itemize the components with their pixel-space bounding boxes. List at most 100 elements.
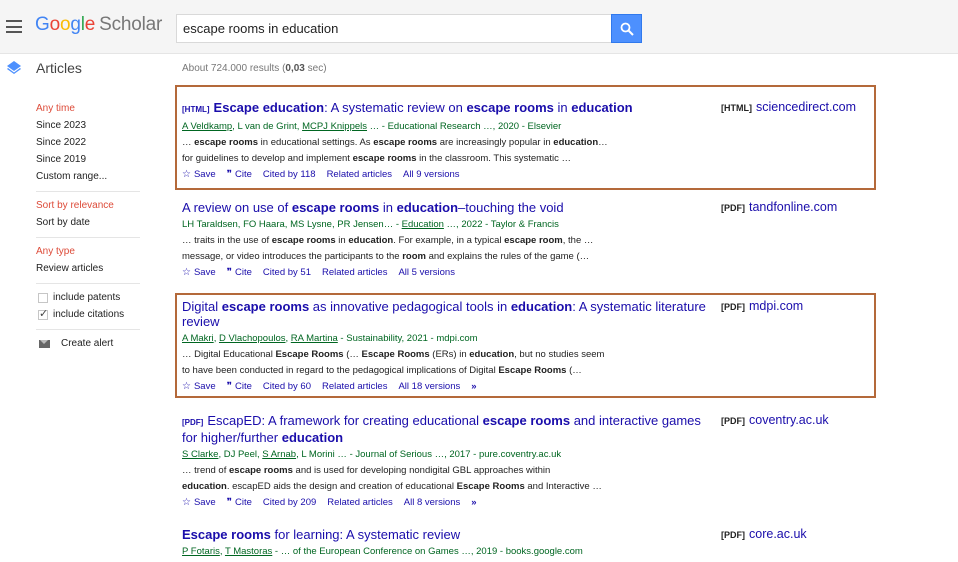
fulltext-link[interactable]: [HTML] sciencedirect.com <box>721 100 856 114</box>
text-fragment: escape rooms <box>373 137 438 148</box>
text-fragment: , L Morini … - Journal of Serious …, 201… <box>296 449 562 460</box>
search-button[interactable] <box>611 14 642 43</box>
sidebar-divider <box>36 283 140 284</box>
text-fragment: escape rooms <box>482 413 571 428</box>
result-actions: ☆ Save ❞ Cite Cited by 118 Related articles Al… <box>182 167 872 182</box>
result-title-link[interactable]: [PDF] EscapED: A framework for creating e… <box>182 413 707 445</box>
fulltext-format-tag: [PDF] <box>721 302 745 312</box>
result-title-link[interactable]: [HTML] Escape education: A systematic rev… <box>182 100 707 117</box>
author-link[interactable]: A Veldkamp <box>182 121 232 132</box>
more-chevron-icon[interactable]: » <box>471 497 476 508</box>
text-fragment: , but no studies seem <box>514 349 605 360</box>
all-versions-link[interactable]: All 8 versions <box>404 497 461 508</box>
text-fragment: escape rooms <box>229 465 293 476</box>
create-alert-button[interactable]: Create alert <box>36 335 146 352</box>
result-actions: ☆ Save ❞ Cite Cited by 51 Related articles All… <box>182 265 872 280</box>
fulltext-format-tag: [PDF] <box>721 416 745 426</box>
related-articles-link[interactable]: Related articles <box>327 497 392 508</box>
text-fragment: Escape Rooms <box>456 481 525 492</box>
author-link[interactable]: A Makri <box>182 333 214 344</box>
filter-since-2023[interactable]: Since 2023 <box>36 117 146 134</box>
checkbox-icon[interactable] <box>38 292 48 303</box>
text-fragment: for guidelines to develop and implement <box>182 153 353 164</box>
save-link[interactable]: ☆ Save <box>182 381 216 392</box>
text-fragment: escape room <box>504 235 563 246</box>
text-fragment: - … of the European Conference on Games … <box>272 546 583 557</box>
author-link[interactable]: MCPJ Knippels <box>302 121 367 132</box>
author-link[interactable]: S Clarke <box>182 449 218 460</box>
fulltext-link[interactable]: [PDF] coventry.ac.uk <box>721 413 829 427</box>
articles-label[interactable]: Articles <box>36 60 82 76</box>
result-title-link[interactable]: Escape rooms for learning: A systematic … <box>182 527 707 542</box>
result-title-link[interactable]: A review on use of escape rooms in educa… <box>182 200 707 215</box>
filter-since-2022[interactable]: Since 2022 <box>36 134 146 151</box>
author-link[interactable]: D Vlachopoulos <box>219 333 286 344</box>
cite-link[interactable]: ❞ Cite <box>227 381 252 392</box>
filter-any-time[interactable]: Any time <box>36 100 146 117</box>
star-icon: ☆ <box>182 169 191 180</box>
text-fragment: EscapED: A framework for creating educat… <box>207 413 483 428</box>
related-articles-link[interactable]: Related articles <box>322 267 387 278</box>
filter-custom-range[interactable]: Custom range... <box>36 168 146 185</box>
search-input[interactable] <box>176 14 612 43</box>
more-chevron-icon[interactable]: » <box>471 381 476 392</box>
text-fragment: in <box>553 100 572 115</box>
cited-by-link[interactable]: Cited by 51 <box>263 267 311 278</box>
fulltext-format-tag: [PDF] <box>721 530 745 540</box>
fulltext-domain: coventry.ac.uk <box>749 413 829 427</box>
cite-link[interactable]: ❞ Cite <box>227 497 252 508</box>
save-link[interactable]: ☆ Save <box>182 169 216 180</box>
author-link[interactable]: T Mastoras <box>225 546 272 557</box>
text-fragment: education <box>348 235 394 246</box>
related-articles-link[interactable]: Related articles <box>327 169 392 180</box>
text-fragment: escape rooms <box>291 200 380 215</box>
google-scholar-logo[interactable]: Google Scholar <box>35 14 162 36</box>
text-fragment: escape rooms <box>271 235 336 246</box>
cited-by-link[interactable]: Cited by 60 <box>263 381 311 392</box>
quote-icon: ❞ <box>226 267 233 278</box>
text-fragment: Escape Rooms <box>498 365 567 376</box>
save-link[interactable]: ☆ Save <box>182 497 216 508</box>
all-versions-link[interactable]: All 5 versions <box>398 267 455 278</box>
result-title-link[interactable]: Digital escape rooms as innovative pedag… <box>182 299 707 329</box>
text-fragment: - Sustainability, 2021 - mdpi.com <box>337 333 478 344</box>
author-link[interactable]: RA Martina <box>291 333 338 344</box>
fulltext-link[interactable]: [PDF] tandfonline.com <box>721 200 837 214</box>
author-link[interactable]: P Fotaris <box>182 546 220 557</box>
text-fragment: Escape Rooms <box>361 349 430 360</box>
sort-by-relevance[interactable]: Sort by relevance <box>36 197 146 214</box>
text-fragment: escape rooms <box>194 137 259 148</box>
cited-by-link[interactable]: Cited by 118 <box>263 169 316 180</box>
all-versions-link[interactable]: All 18 versions <box>398 381 460 392</box>
all-versions-link[interactable]: All 9 versions <box>403 169 460 180</box>
cite-link[interactable]: ❞ Cite <box>227 169 252 180</box>
text-fragment: as innovative pedagogical tools in <box>309 299 511 314</box>
sort-by-date[interactable]: Sort by date <box>36 214 146 231</box>
text-fragment: . For example, in a typical <box>393 235 505 246</box>
text-fragment: Escape education <box>213 100 325 115</box>
type-any[interactable]: Any type <box>36 243 146 260</box>
fulltext-link[interactable]: [PDF] mdpi.com <box>721 299 803 313</box>
fulltext-format-tag: [HTML] <box>721 103 752 113</box>
result-count-time: 0,03 <box>285 63 305 74</box>
text-fragment: … - Educational Research …, 2020 - Elsev… <box>367 121 562 132</box>
type-review-articles[interactable]: Review articles <box>36 260 146 277</box>
result-snippet: for guidelines to develop and implement … <box>182 151 642 166</box>
fulltext-link[interactable]: [PDF] core.ac.uk <box>721 527 807 541</box>
result-snippet: … traits in the use of escape rooms in e… <box>182 233 642 248</box>
related-articles-link[interactable]: Related articles <box>322 381 387 392</box>
logo-scholar-word: Scholar <box>99 14 163 35</box>
text-fragment: … traits in the use of <box>182 235 272 246</box>
include-citations-checkbox[interactable]: include citations <box>36 306 146 323</box>
author-link[interactable]: Education <box>402 219 444 230</box>
include-patents-checkbox[interactable]: include patents <box>36 289 146 306</box>
checkbox-checked-icon[interactable] <box>38 307 48 320</box>
cited-by-link[interactable]: Cited by 209 <box>263 497 316 508</box>
result-snippet: … Digital Educational Escape Rooms (… Es… <box>182 347 642 362</box>
result-actions: ☆ Save ❞ Cite Cited by 60 Related articles All… <box>182 379 872 394</box>
save-link[interactable]: ☆ Save <box>182 267 216 278</box>
filter-since-2019[interactable]: Since 2019 <box>36 151 146 168</box>
author-link[interactable]: S Arnab <box>262 449 296 460</box>
hamburger-menu-icon[interactable] <box>6 20 22 33</box>
cite-link[interactable]: ❞ Cite <box>227 267 252 278</box>
